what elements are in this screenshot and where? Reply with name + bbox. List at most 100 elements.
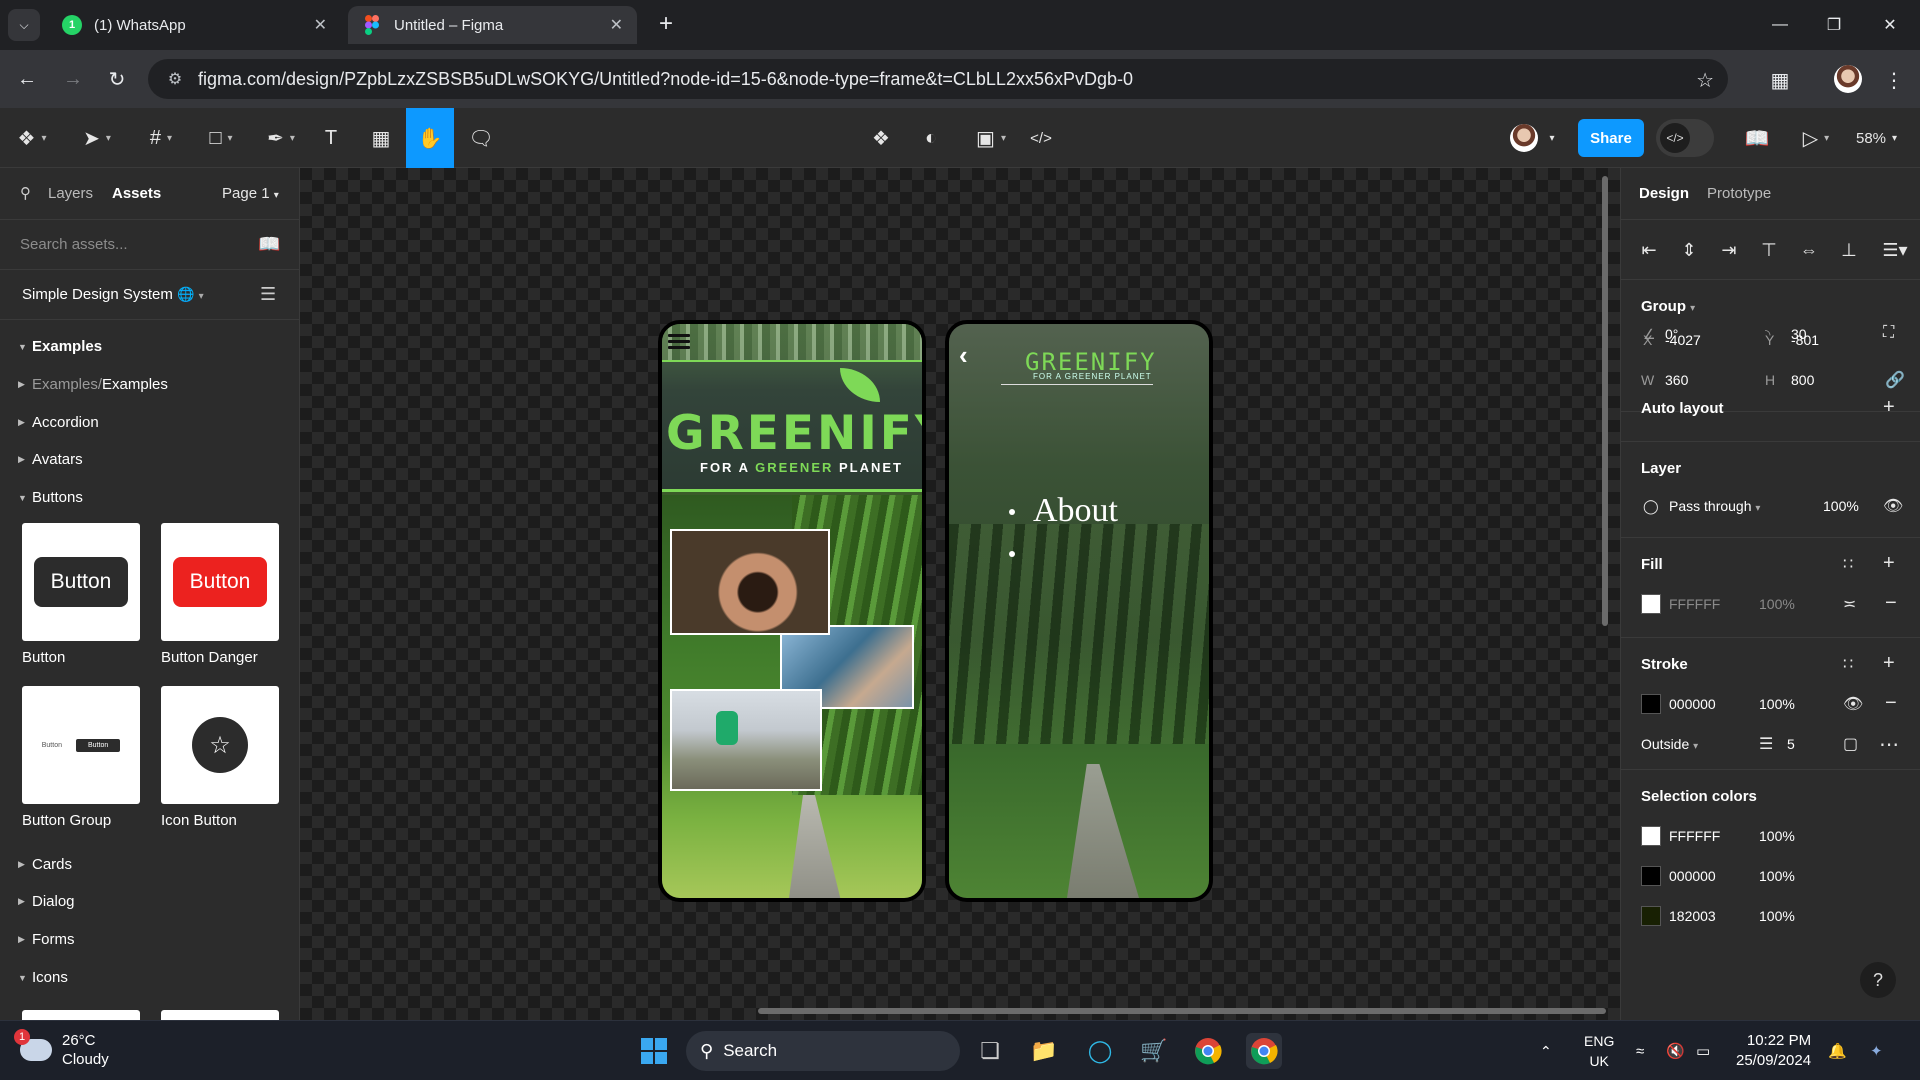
rotation-field[interactable]: 0° bbox=[1665, 326, 1678, 342]
color-hex[interactable]: 000000 bbox=[1669, 868, 1716, 884]
component-icon-button[interactable]: ☆ bbox=[161, 686, 279, 804]
eye-icon[interactable]: 👁 bbox=[1843, 694, 1863, 714]
close-icon[interactable]: ✕ bbox=[610, 15, 623, 35]
list-view-icon[interactable]: ☰ bbox=[260, 284, 276, 305]
add-icon[interactable]: + bbox=[1883, 396, 1895, 419]
radius-field[interactable]: 30 bbox=[1791, 326, 1807, 342]
independent-corners-icon[interactable]: ⛶ bbox=[1883, 324, 1894, 342]
component-button[interactable]: ❖ bbox=[866, 108, 896, 168]
add-icon[interactable]: + bbox=[1883, 652, 1895, 675]
stroke-weight-field[interactable]: 5 bbox=[1787, 736, 1795, 752]
tab-prototype[interactable]: Prototype bbox=[1707, 185, 1771, 202]
align-center-h-icon[interactable]: ⇕ bbox=[1677, 238, 1701, 262]
tab-search-button[interactable]: ⌵ bbox=[8, 9, 40, 41]
component-icon-preview[interactable] bbox=[161, 1010, 279, 1020]
stroke-sides-icon[interactable]: ▢ bbox=[1843, 734, 1858, 754]
edge-icon[interactable]: ◯ bbox=[1082, 1033, 1118, 1069]
color-hex[interactable]: FFFFFF bbox=[1669, 828, 1720, 844]
present-button[interactable]: ▷ ▾ bbox=[1796, 108, 1836, 168]
weather-widget[interactable]: 1 26°C Cloudy bbox=[14, 1029, 109, 1069]
stroke-hex-field[interactable]: 000000 bbox=[1669, 696, 1716, 712]
section-avatars[interactable]: ▶ Avatars bbox=[18, 451, 83, 468]
fill-opacity-field[interactable]: 100% bbox=[1759, 596, 1795, 612]
reload-button[interactable]: ↻ bbox=[100, 62, 134, 96]
move-tool[interactable]: ➤ ▾ bbox=[74, 108, 120, 168]
chrome-profile-icon[interactable] bbox=[1246, 1033, 1282, 1069]
forward-button[interactable]: → bbox=[56, 62, 90, 96]
language-indicator[interactable]: ENG UK bbox=[1584, 1031, 1614, 1071]
fill-hex-field[interactable]: FFFFFF bbox=[1669, 596, 1720, 612]
url-bar[interactable]: ⚙ figma.com/design/PZpbLzxZSBSB5uDLwSOKY… bbox=[148, 59, 1728, 99]
notification-bell-icon[interactable]: 🔔 bbox=[1828, 1021, 1847, 1080]
horizontal-scrollbar[interactable] bbox=[758, 1008, 1606, 1014]
new-tab-button[interactable]: + bbox=[652, 10, 680, 38]
users-dropdown[interactable]: ▾ bbox=[1544, 108, 1560, 168]
color-swatch[interactable] bbox=[1641, 906, 1661, 926]
dev-code-button[interactable]: </> bbox=[1026, 108, 1056, 168]
color-opacity[interactable]: 100% bbox=[1759, 828, 1795, 844]
component-button[interactable]: Button bbox=[22, 523, 140, 641]
hamburger-menu-icon[interactable] bbox=[668, 334, 690, 350]
avatar[interactable] bbox=[1510, 124, 1538, 152]
tray-overflow-icon[interactable]: ⌃ bbox=[1540, 1021, 1552, 1080]
group-header[interactable]: Group ▾ bbox=[1641, 298, 1695, 315]
stroke-opacity-field[interactable]: 100% bbox=[1759, 696, 1795, 712]
layer-opacity-field[interactable]: 100% bbox=[1823, 498, 1859, 514]
chrome-icon[interactable] bbox=[1190, 1033, 1226, 1069]
shape-tool[interactable]: □ ▾ bbox=[198, 108, 244, 168]
color-swatch[interactable] bbox=[1641, 826, 1661, 846]
book-icon[interactable]: 📖 bbox=[258, 234, 280, 255]
vertical-scrollbar[interactable] bbox=[1602, 176, 1608, 626]
color-opacity[interactable]: 100% bbox=[1759, 908, 1795, 924]
tab-layers[interactable]: Layers bbox=[48, 185, 93, 202]
tab-assets[interactable]: Assets bbox=[112, 185, 161, 202]
color-hex[interactable]: 182003 bbox=[1669, 908, 1716, 924]
section-examples[interactable]: ▼ Examples bbox=[18, 338, 102, 355]
page-selector[interactable]: Page 1 ▾ bbox=[222, 185, 279, 202]
bookmark-star-icon[interactable]: ☆ bbox=[1696, 68, 1714, 93]
section-cards[interactable]: ▶ Cards bbox=[18, 856, 72, 873]
component-button-group[interactable]: Button Button bbox=[22, 686, 140, 804]
section-accordion[interactable]: ▶ Accordion bbox=[18, 414, 99, 431]
section-icons[interactable]: ▼ Icons bbox=[18, 969, 68, 986]
search-icon[interactable]: ⚲ bbox=[20, 184, 31, 202]
align-right-icon[interactable]: ⇥ bbox=[1717, 238, 1741, 262]
minimize-button[interactable]: — bbox=[1752, 0, 1808, 50]
file-explorer-icon[interactable]: 📁 bbox=[1026, 1033, 1062, 1069]
more-menu-icon[interactable]: ⋮ bbox=[1878, 64, 1910, 96]
menu-item-about[interactable]: About bbox=[1033, 492, 1118, 530]
fill-swatch[interactable] bbox=[1641, 594, 1661, 614]
section-forms[interactable]: ▶ Forms bbox=[18, 931, 75, 948]
close-icon[interactable]: ✕ bbox=[314, 15, 327, 35]
distribute-icon[interactable]: ☰▾ bbox=[1879, 238, 1911, 262]
store-icon[interactable]: 🛒 bbox=[1136, 1033, 1172, 1069]
component-button-danger[interactable]: Button bbox=[161, 523, 279, 641]
remove-icon[interactable]: − bbox=[1885, 592, 1897, 615]
back-chevron-icon[interactable]: ‹ bbox=[959, 340, 968, 371]
frame-menu-screen[interactable]: ‹ GREENIFY FOR A GREENER PLANET About bbox=[945, 320, 1213, 902]
stroke-swatch[interactable] bbox=[1641, 694, 1661, 714]
back-button[interactable]: ← bbox=[10, 62, 44, 96]
styles-icon[interactable]: ∷ bbox=[1843, 654, 1853, 674]
battery-icon[interactable]: ▭ bbox=[1696, 1021, 1710, 1080]
styles-icon[interactable]: ∷ bbox=[1843, 554, 1853, 574]
volume-muted-icon[interactable]: 🔇 bbox=[1666, 1021, 1685, 1080]
zoom-dropdown[interactable]: 58% ▾ bbox=[1856, 108, 1897, 168]
help-button[interactable]: ? bbox=[1860, 962, 1896, 998]
add-icon[interactable]: + bbox=[1883, 552, 1895, 575]
align-bottom-icon[interactable]: ⊥ bbox=[1837, 238, 1861, 262]
restore-button[interactable]: ❐ bbox=[1806, 0, 1862, 50]
more-icon[interactable]: ⋯ bbox=[1879, 732, 1899, 757]
section-buttons[interactable]: ▼ Buttons bbox=[18, 489, 83, 506]
clock[interactable]: 10:22 PM 25/09/2024 bbox=[1736, 1031, 1811, 1071]
color-opacity[interactable]: 100% bbox=[1759, 868, 1795, 884]
site-info-icon[interactable]: ⚙ bbox=[164, 68, 186, 90]
profile-avatar[interactable] bbox=[1834, 65, 1862, 93]
taskbar-search[interactable]: ⚲ Search bbox=[686, 1031, 960, 1071]
main-menu-button[interactable]: ❖ ▾ bbox=[12, 108, 52, 168]
component-icon-preview[interactable] bbox=[22, 1010, 140, 1020]
frame-tool[interactable]: # ▾ bbox=[138, 108, 184, 168]
close-window-button[interactable]: ✕ bbox=[1862, 0, 1918, 50]
library-button[interactable]: 📖 bbox=[1742, 108, 1772, 168]
section-dialog[interactable]: ▶ Dialog bbox=[18, 893, 75, 910]
